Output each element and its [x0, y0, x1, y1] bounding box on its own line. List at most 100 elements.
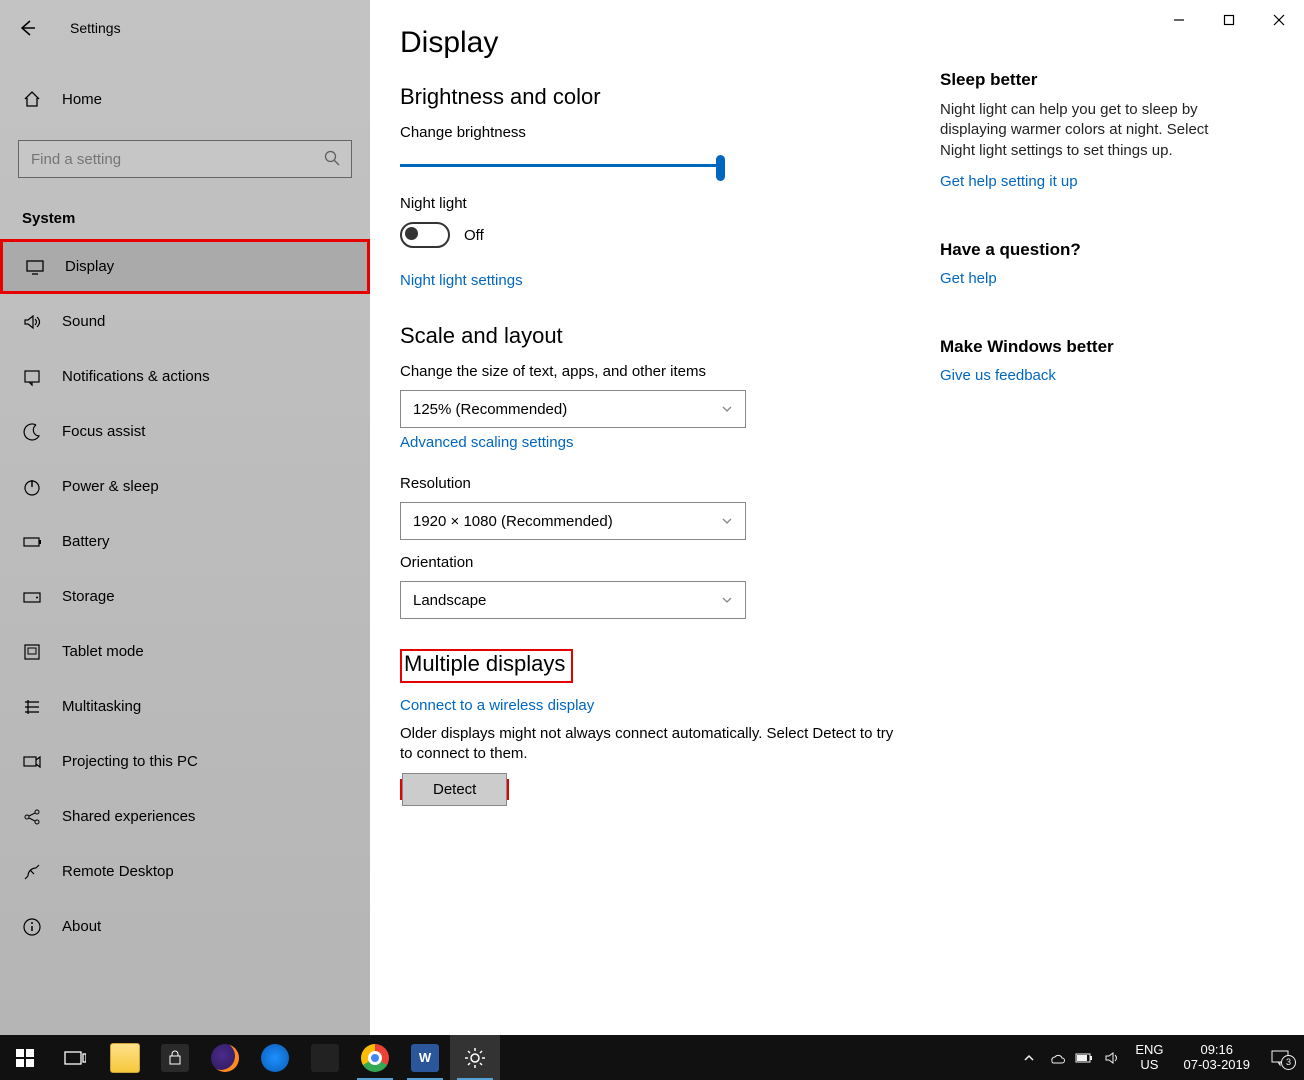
- section-multiple-displays: Multiple displays: [400, 649, 573, 683]
- sidebar-item-label: About: [62, 918, 101, 935]
- notification-count: 3: [1281, 1055, 1296, 1070]
- advanced-scaling-link[interactable]: Advanced scaling settings: [400, 434, 573, 451]
- night-light-toggle[interactable]: [400, 222, 450, 248]
- sleep-better-text: Night light can help you get to sleep by…: [940, 100, 1240, 161]
- taskbar-app-store[interactable]: [150, 1035, 200, 1080]
- sleep-help-link[interactable]: Get help setting it up: [940, 173, 1078, 190]
- home-nav[interactable]: Home: [0, 70, 370, 128]
- sidebar-item-about[interactable]: About: [0, 899, 370, 954]
- sidebar-item-label: Focus assist: [62, 423, 145, 440]
- taskbar-app-terminal[interactable]: [300, 1035, 350, 1080]
- brightness-slider[interactable]: [400, 151, 725, 181]
- sidebar-item-label: Sound: [62, 313, 105, 330]
- tray-chevron-icon[interactable]: [1019, 1048, 1039, 1068]
- shared-icon: [22, 807, 42, 827]
- close-button[interactable]: [1254, 0, 1304, 40]
- sidebar-item-label: Power & sleep: [62, 478, 159, 495]
- tray-battery-icon[interactable]: [1075, 1048, 1095, 1068]
- question-heading: Have a question?: [940, 240, 1240, 260]
- sidebar-item-power[interactable]: Power & sleep: [0, 459, 370, 514]
- sound-icon: [22, 312, 42, 332]
- brightness-label: Change brightness: [400, 124, 900, 141]
- start-button[interactable]: [0, 1035, 50, 1080]
- tray-volume-icon[interactable]: [1103, 1048, 1123, 1068]
- battery-icon: [22, 532, 42, 552]
- sidebar-item-shared[interactable]: Shared experiences: [0, 789, 370, 844]
- text-size-select[interactable]: 125% (Recommended): [400, 390, 746, 428]
- sidebar: Settings Home System Display: [0, 0, 370, 1035]
- taskbar-app-edge[interactable]: [250, 1035, 300, 1080]
- sidebar-item-label: Tablet mode: [62, 643, 144, 660]
- tablet-icon: [22, 642, 42, 662]
- sidebar-item-label: Battery: [62, 533, 110, 550]
- minimize-button[interactable]: [1154, 0, 1204, 40]
- lang-secondary: US: [1140, 1058, 1158, 1073]
- search-input[interactable]: [18, 140, 352, 178]
- sidebar-item-label: Multitasking: [62, 698, 141, 715]
- sidebar-item-label: Display: [65, 258, 114, 275]
- sidebar-item-label: Notifications & actions: [62, 368, 210, 385]
- taskbar: W ENG US 09:16 07-03-2019 3: [0, 1035, 1304, 1080]
- notifications-icon: [22, 367, 42, 387]
- taskbar-app-chrome[interactable]: [350, 1035, 400, 1080]
- power-icon: [22, 477, 42, 497]
- sidebar-item-remote[interactable]: Remote Desktop: [0, 844, 370, 899]
- text-size-label: Change the size of text, apps, and other…: [400, 363, 900, 380]
- action-center-button[interactable]: 3: [1266, 1048, 1294, 1068]
- back-button[interactable]: [16, 17, 38, 39]
- sidebar-item-sound[interactable]: Sound: [0, 294, 370, 349]
- chevron-down-icon: [721, 403, 733, 415]
- clock-time: 09:16: [1200, 1043, 1233, 1058]
- orientation-label: Orientation: [400, 554, 900, 571]
- home-icon: [22, 89, 42, 109]
- detect-note: Older displays might not always connect …: [400, 724, 900, 765]
- taskbar-app-settings[interactable]: [450, 1035, 500, 1080]
- orientation-value: Landscape: [413, 592, 486, 609]
- chevron-down-icon: [721, 594, 733, 606]
- content-area: Display Brightness and color Change brig…: [370, 0, 1304, 1035]
- sidebar-item-label: Projecting to this PC: [62, 753, 198, 770]
- section-brightness: Brightness and color: [400, 84, 900, 110]
- project-icon: [22, 752, 42, 772]
- sidebar-item-storage[interactable]: Storage: [0, 569, 370, 624]
- resolution-value: 1920 × 1080 (Recommended): [413, 513, 613, 530]
- detect-button[interactable]: Detect: [402, 773, 507, 806]
- category-label: System: [22, 210, 370, 227]
- sidebar-item-multitasking[interactable]: Multitasking: [0, 679, 370, 734]
- resolution-select[interactable]: 1920 × 1080 (Recommended): [400, 502, 746, 540]
- info-icon: [22, 917, 42, 937]
- orientation-select[interactable]: Landscape: [400, 581, 746, 619]
- home-label: Home: [62, 91, 102, 108]
- display-icon: [25, 257, 45, 277]
- night-light-settings-link[interactable]: Night light settings: [400, 272, 523, 289]
- search-icon: [324, 150, 340, 166]
- sidebar-item-battery[interactable]: Battery: [0, 514, 370, 569]
- sidebar-item-focus-assist[interactable]: Focus assist: [0, 404, 370, 459]
- sidebar-item-display[interactable]: Display: [0, 239, 370, 294]
- clock-date: 07-03-2019: [1184, 1058, 1251, 1073]
- tray-onedrive-icon[interactable]: [1047, 1048, 1067, 1068]
- get-help-link[interactable]: Get help: [940, 270, 997, 287]
- taskbar-app-explorer[interactable]: [100, 1035, 150, 1080]
- maximize-button[interactable]: [1204, 0, 1254, 40]
- task-view-button[interactable]: [50, 1035, 100, 1080]
- sleep-better-heading: Sleep better: [940, 70, 1240, 90]
- section-scale: Scale and layout: [400, 323, 900, 349]
- sidebar-item-projecting[interactable]: Projecting to this PC: [0, 734, 370, 789]
- clock[interactable]: 09:16 07-03-2019: [1184, 1043, 1251, 1073]
- feedback-link[interactable]: Give us feedback: [940, 367, 1056, 384]
- sidebar-item-notifications[interactable]: Notifications & actions: [0, 349, 370, 404]
- storage-icon: [22, 587, 42, 607]
- resolution-label: Resolution: [400, 475, 900, 492]
- language-indicator[interactable]: ENG US: [1135, 1043, 1163, 1073]
- night-light-label: Night light: [400, 195, 900, 212]
- moon-icon: [22, 422, 42, 442]
- titlebar: [1154, 0, 1304, 40]
- sidebar-item-tablet[interactable]: Tablet mode: [0, 624, 370, 679]
- connect-wireless-link[interactable]: Connect to a wireless display: [400, 697, 594, 714]
- sidebar-item-label: Remote Desktop: [62, 863, 174, 880]
- taskbar-app-firefox[interactable]: [200, 1035, 250, 1080]
- taskbar-app-word[interactable]: W: [400, 1035, 450, 1080]
- page-title: Display: [400, 26, 900, 60]
- chevron-down-icon: [721, 515, 733, 527]
